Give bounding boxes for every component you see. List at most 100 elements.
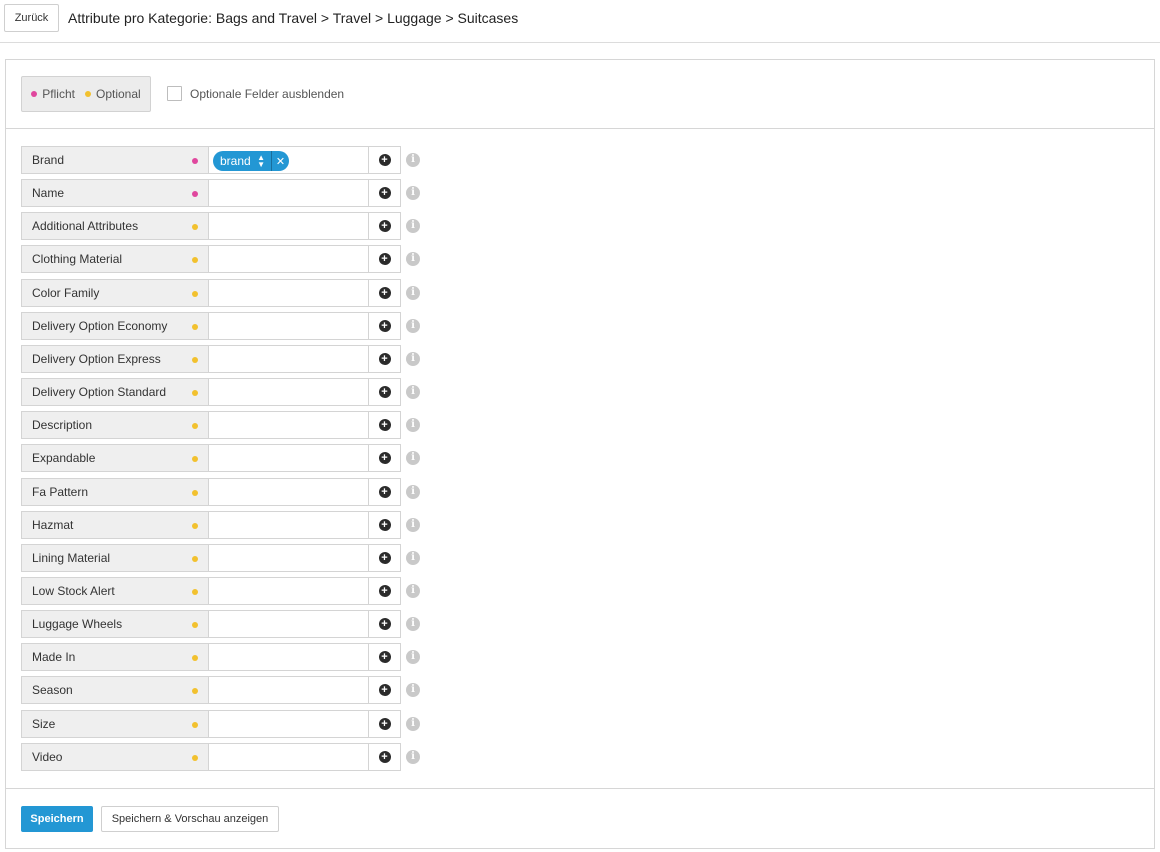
legend: Pflicht Optional <box>21 76 151 112</box>
tag-label: brand <box>220 154 251 168</box>
add-mapping-button[interactable]: + <box>368 378 401 406</box>
add-mapping-button[interactable]: + <box>368 511 401 539</box>
add-mapping-button[interactable]: + <box>368 478 401 506</box>
attribute-row: Size + i <box>21 710 423 738</box>
hide-optional-checkbox[interactable] <box>167 86 182 101</box>
attribute-value-field[interactable] <box>208 577 369 605</box>
plus-icon: + <box>378 187 391 199</box>
add-mapping-button[interactable]: + <box>368 444 401 472</box>
attribute-label: Hazmat <box>32 518 74 532</box>
attribute-label-cell: Delivery Option Economy <box>21 312 209 340</box>
add-mapping-button[interactable]: + <box>368 411 401 439</box>
attribute-value-field[interactable] <box>208 610 369 638</box>
attribute-value-field[interactable] <box>208 179 369 207</box>
optional-dot-icon <box>192 755 198 761</box>
legend-required-label: Pflicht <box>42 87 75 101</box>
info-icon[interactable]: i <box>406 617 420 631</box>
info-icon[interactable]: i <box>406 551 420 565</box>
plus-icon: + <box>378 486 391 498</box>
info-icon[interactable]: i <box>406 252 420 266</box>
attribute-row: Additional Attributes + i <box>21 212 423 240</box>
info-icon[interactable]: i <box>406 319 420 333</box>
info-icon[interactable]: i <box>406 286 420 300</box>
optional-dot-icon <box>192 655 198 661</box>
info-icon[interactable]: i <box>406 485 420 499</box>
attribute-value-field[interactable] <box>208 312 369 340</box>
attribute-label: Clothing Material <box>32 252 123 266</box>
add-mapping-button[interactable]: + <box>368 610 401 638</box>
sort-arrows-icon[interactable]: ▲ ▼ <box>257 154 265 169</box>
attribute-row: Name + i <box>21 179 423 207</box>
attribute-label: Delivery Option Express <box>32 352 161 366</box>
add-mapping-button[interactable]: + <box>368 212 401 240</box>
back-button[interactable]: Zurück <box>4 4 59 32</box>
remove-tag-icon[interactable]: ✕ <box>271 151 289 171</box>
optional-dot-icon <box>192 523 198 529</box>
attribute-label-cell: Size <box>21 710 209 738</box>
attribute-value-field[interactable]: brand ▲ ▼ ✕ <box>208 146 369 174</box>
attribute-label-cell: Lining Material <box>21 544 209 572</box>
attribute-label-cell: Delivery Option Standard <box>21 378 209 406</box>
plus-icon: + <box>378 386 391 398</box>
info-icon[interactable]: i <box>406 650 420 664</box>
attribute-value-field[interactable] <box>208 345 369 373</box>
optional-dot-icon <box>192 423 198 429</box>
required-dot-icon <box>192 191 198 197</box>
attribute-value-field[interactable] <box>208 378 369 406</box>
plus-icon: + <box>378 154 391 166</box>
add-mapping-button[interactable]: + <box>368 743 401 771</box>
add-mapping-button[interactable]: + <box>368 279 401 307</box>
plus-icon: + <box>378 519 391 531</box>
add-mapping-button[interactable]: + <box>368 544 401 572</box>
add-mapping-button[interactable]: + <box>368 245 401 273</box>
attribute-label: Video <box>32 750 63 764</box>
attribute-value-field[interactable] <box>208 411 369 439</box>
plus-icon: + <box>378 287 391 299</box>
attribute-value-field[interactable] <box>208 478 369 506</box>
info-icon[interactable]: i <box>406 186 420 200</box>
plus-icon: + <box>378 320 391 332</box>
add-mapping-button[interactable]: + <box>368 179 401 207</box>
attribute-value-field[interactable] <box>208 444 369 472</box>
optional-dot-icon <box>192 722 198 728</box>
add-mapping-button[interactable]: + <box>368 146 401 174</box>
attribute-label-cell: Expandable <box>21 444 209 472</box>
hide-optional-toggle[interactable]: Optionale Felder ausblenden <box>167 86 344 101</box>
legend-optional: Optional <box>84 87 141 101</box>
info-icon[interactable]: i <box>406 352 420 366</box>
info-icon[interactable]: i <box>406 750 420 764</box>
attribute-label-cell: Made In <box>21 643 209 671</box>
info-icon[interactable]: i <box>406 153 420 167</box>
add-mapping-button[interactable]: + <box>368 676 401 704</box>
add-mapping-button[interactable]: + <box>368 345 401 373</box>
add-mapping-button[interactable]: + <box>368 312 401 340</box>
info-icon[interactable]: i <box>406 518 420 532</box>
attribute-value-field[interactable] <box>208 710 369 738</box>
info-icon[interactable]: i <box>406 451 420 465</box>
plus-icon: + <box>378 618 391 630</box>
attribute-value-field[interactable] <box>208 212 369 240</box>
optional-dot-icon <box>192 224 198 230</box>
info-icon[interactable]: i <box>406 418 420 432</box>
attribute-value-field[interactable] <box>208 643 369 671</box>
save-preview-button[interactable]: Speichern & Vorschau anzeigen <box>101 806 279 832</box>
add-mapping-button[interactable]: + <box>368 577 401 605</box>
plus-icon: + <box>378 253 391 265</box>
attribute-value-field[interactable] <box>208 743 369 771</box>
attribute-mapping-tag[interactable]: brand ▲ ▼ ✕ <box>213 151 289 171</box>
attribute-value-field[interactable] <box>208 279 369 307</box>
attribute-value-field[interactable] <box>208 511 369 539</box>
attribute-value-field[interactable] <box>208 544 369 572</box>
add-mapping-button[interactable]: + <box>368 710 401 738</box>
attribute-row: Expandable + i <box>21 444 423 472</box>
save-button[interactable]: Speichern <box>21 806 93 832</box>
add-mapping-button[interactable]: + <box>368 643 401 671</box>
attribute-value-field[interactable] <box>208 245 369 273</box>
info-icon[interactable]: i <box>406 717 420 731</box>
info-icon[interactable]: i <box>406 385 420 399</box>
plus-icon: + <box>378 751 391 763</box>
info-icon[interactable]: i <box>406 584 420 598</box>
attribute-value-field[interactable] <box>208 676 369 704</box>
info-icon[interactable]: i <box>406 219 420 233</box>
info-icon[interactable]: i <box>406 683 420 697</box>
